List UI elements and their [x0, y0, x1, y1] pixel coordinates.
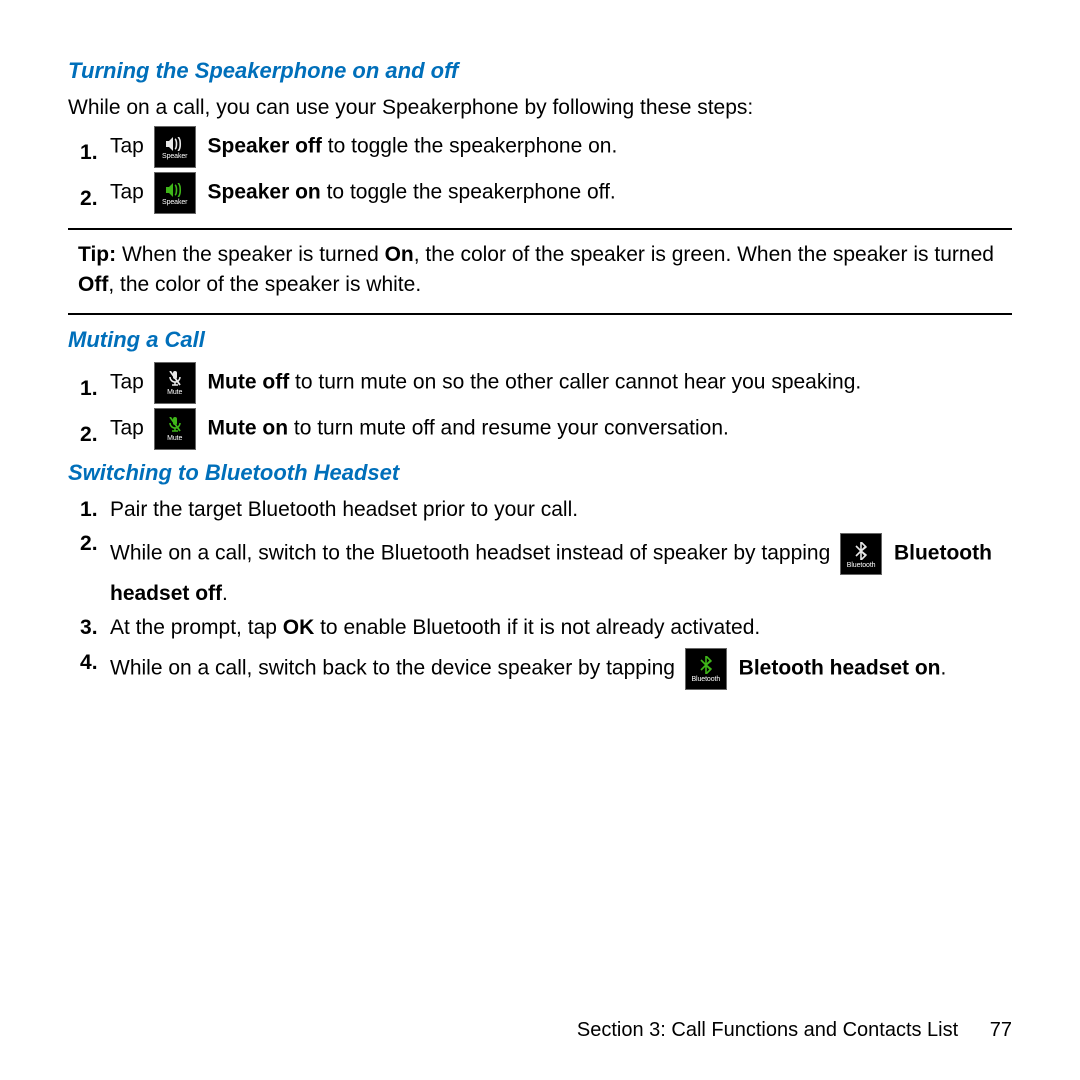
icon-label: Speaker [162, 153, 187, 160]
text: , the color of the speaker is white. [108, 273, 421, 296]
mute-steps: Tap Mute Mute off to turn mute on so the… [68, 362, 1012, 450]
divider [68, 228, 1012, 230]
bluetooth-on-icon: Bluetooth [685, 648, 727, 690]
text: At the prompt, tap [110, 616, 283, 639]
text: Tap [110, 370, 150, 393]
heading-speakerphone: Turning the Speakerphone on and off [68, 56, 1012, 87]
text: to turn mute on so the other caller cann… [289, 370, 861, 393]
speaker-intro: While on a call, you can use your Speake… [68, 93, 1012, 122]
tip: Tip: When the speaker is turned On, the … [68, 240, 1012, 299]
text: to toggle the speakerphone on. [322, 135, 617, 158]
heading-bluetooth: Switching to Bluetooth Headset [68, 458, 1012, 489]
text: to toggle the speakerphone off. [321, 181, 616, 204]
list-item: While on a call, switch back to the devi… [68, 648, 1012, 690]
bold: Mute on [208, 416, 288, 439]
heading-mute: Muting a Call [68, 325, 1012, 356]
text: to enable Bluetooth if it is not already… [314, 616, 760, 639]
list-item: Tap Mute Mute on to turn mute off and re… [68, 408, 1012, 450]
page-number: 77 [990, 1019, 1012, 1041]
text: , the color of the speaker is green. Whe… [414, 243, 994, 266]
icon-label: Speaker [162, 199, 187, 206]
text: While on a call, switch to the Bluetooth… [110, 542, 836, 565]
page-footer: Section 3: Call Functions and Contacts L… [577, 1016, 1012, 1044]
speaker-on-icon: Speaker [154, 172, 196, 214]
icon-label: Mute [167, 389, 182, 396]
divider [68, 313, 1012, 315]
list-item: Tap Speaker Speaker off to toggle the sp… [68, 126, 1012, 168]
list-item: At the prompt, tap OK to enable Bluetoot… [68, 613, 1012, 643]
bold: Speaker on [208, 181, 321, 204]
icon-label: Mute [167, 435, 182, 442]
text: . [222, 582, 228, 605]
bold: Bletooth headset on [739, 656, 941, 679]
text: Pair the target Bluetooth headset prior … [110, 498, 578, 521]
bold: OK [283, 616, 315, 639]
bold: Speaker off [208, 135, 322, 158]
footer-section: Section 3: Call Functions and Contacts L… [577, 1019, 958, 1041]
bold: Mute off [208, 370, 290, 393]
speaker-off-icon: Speaker [154, 126, 196, 168]
list-item: While on a call, switch to the Bluetooth… [68, 529, 1012, 609]
text: . [941, 656, 947, 679]
icon-label: Bluetooth [847, 562, 876, 569]
list-item: Pair the target Bluetooth headset prior … [68, 495, 1012, 525]
bluetooth-off-icon: Bluetooth [840, 533, 882, 575]
bold: On [385, 243, 414, 266]
text: to turn mute off and resume your convers… [288, 416, 729, 439]
mute-on-icon: Mute [154, 408, 196, 450]
icon-label: Bluetooth [691, 676, 720, 683]
text: When the speaker is turned [116, 243, 384, 266]
list-item: Tap Speaker Speaker on to toggle the spe… [68, 172, 1012, 214]
list-item: Tap Mute Mute off to turn mute on so the… [68, 362, 1012, 404]
tip-label: Tip: [78, 243, 116, 266]
text: While on a call, switch back to the devi… [110, 656, 681, 679]
mute-off-icon: Mute [154, 362, 196, 404]
text: Tap [110, 181, 150, 204]
bold: Off [78, 273, 108, 296]
speaker-steps: Tap Speaker Speaker off to toggle the sp… [68, 126, 1012, 214]
text: Tap [110, 416, 150, 439]
text: Tap [110, 135, 150, 158]
bluetooth-steps: Pair the target Bluetooth headset prior … [68, 495, 1012, 690]
